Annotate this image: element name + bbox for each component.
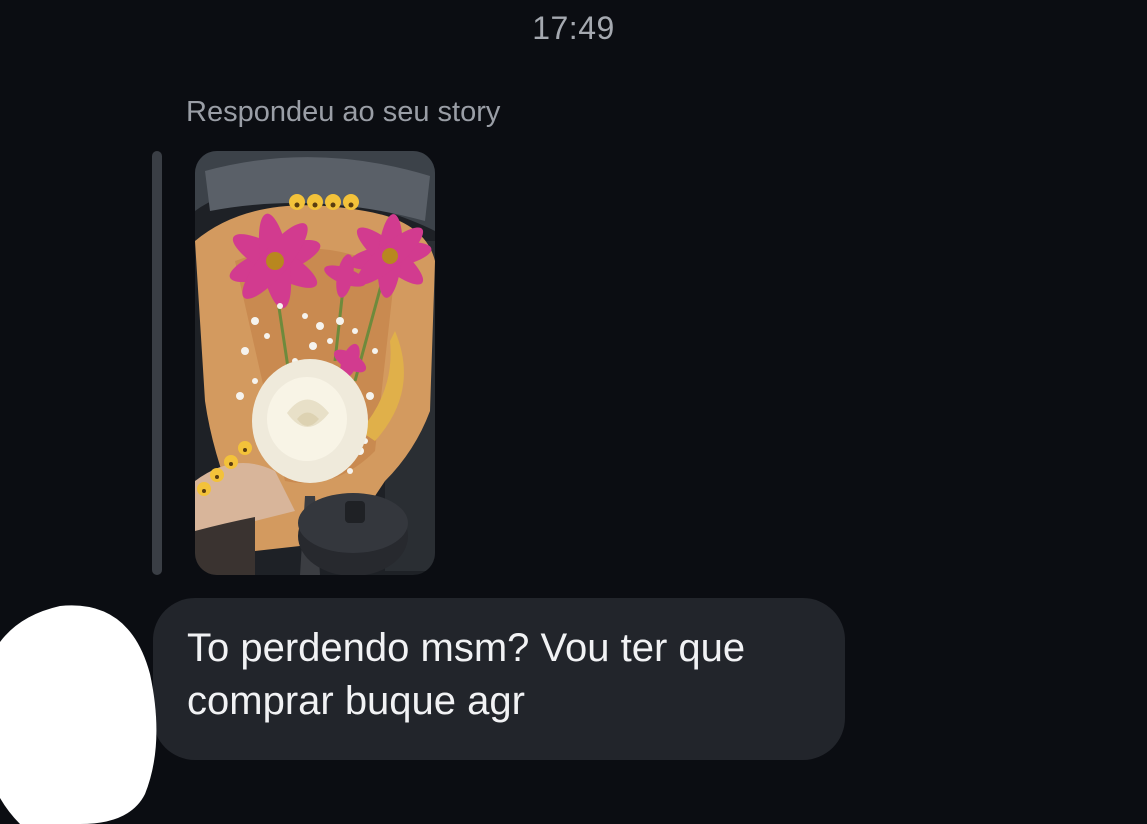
message-text-line-1: To perdendo msm? Vou ter que <box>187 626 746 670</box>
timestamp: 17:49 <box>532 10 615 46</box>
message-bubble[interactable]: To perdendo msm? Vou ter que comprar buq… <box>153 598 845 760</box>
reply-quote-bar <box>152 151 162 575</box>
reply-caption: Respondeu ao seu story <box>186 96 501 128</box>
message-text-line-2: comprar buque agr <box>187 679 525 723</box>
flower-bouquet-story-image <box>195 151 435 575</box>
story-preview-thumbnail[interactable] <box>195 151 435 575</box>
censored-avatar <box>0 605 157 824</box>
